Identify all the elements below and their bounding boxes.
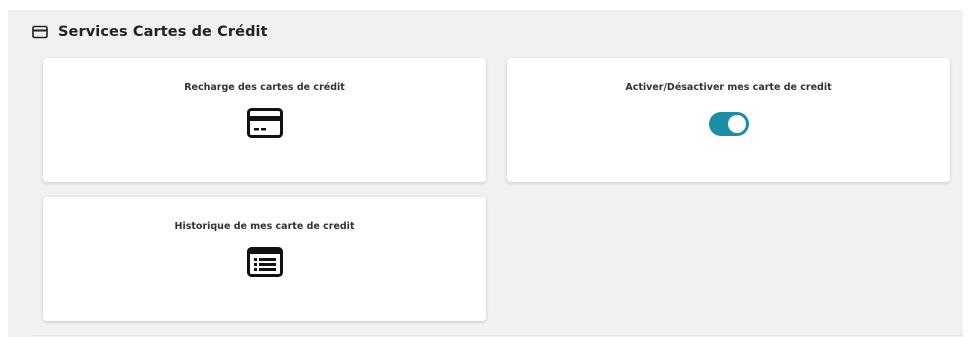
recharge-credit-cards-card[interactable]: Recharge des cartes de crédit [43, 58, 486, 182]
card-title: Historique de mes carte de credit [174, 221, 355, 232]
section-title: Services Cartes de Crédit [58, 24, 268, 40]
panel-divider [32, 335, 962, 336]
toggle-credit-cards-card: Activer/Désactiver mes carte de credit [507, 58, 950, 182]
credit-card-icon [32, 24, 48, 40]
list-icon [246, 247, 283, 281]
credit-card-icon [246, 108, 283, 142]
section-header: Services Cartes de Crédit [32, 20, 268, 44]
activate-card-toggle[interactable] [708, 112, 749, 136]
toggle-knob [727, 115, 746, 133]
credit-card-history-card[interactable]: Historique de mes carte de credit [43, 197, 486, 321]
card-title: Recharge des cartes de crédit [184, 82, 345, 93]
card-title: Activer/Désactiver mes carte de credit [625, 82, 832, 93]
